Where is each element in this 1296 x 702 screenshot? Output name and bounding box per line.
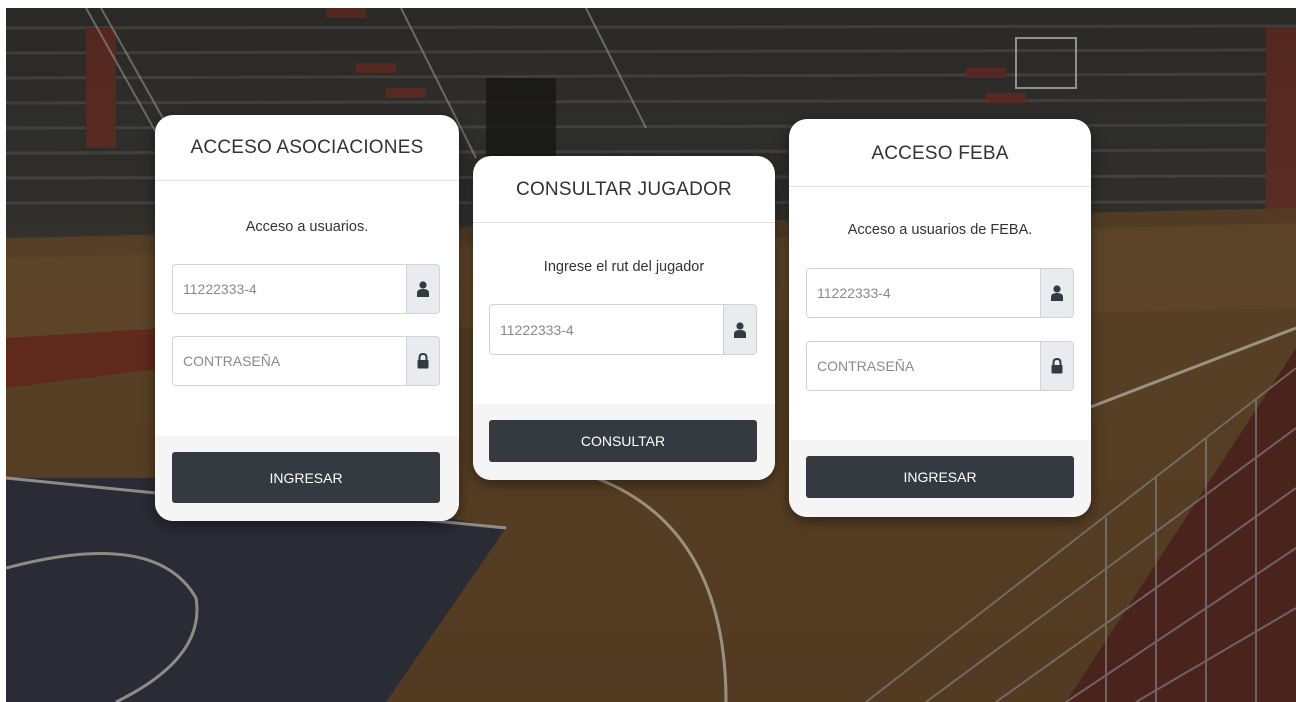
user-icon <box>1040 269 1073 317</box>
card-title: CONSULTAR JUGADOR <box>473 156 775 223</box>
rut-input-group <box>806 268 1074 318</box>
user-icon <box>723 305 756 354</box>
feba-login-card: ACCESO FEBA Acceso a usuarios de FEBA. I… <box>789 119 1091 517</box>
rut-input-group <box>172 264 440 314</box>
password-input-group <box>172 336 440 386</box>
password-input[interactable] <box>173 337 406 385</box>
rut-input[interactable] <box>173 265 406 313</box>
lock-icon <box>1040 342 1073 390</box>
rut-input[interactable] <box>490 305 723 354</box>
password-input[interactable] <box>807 342 1040 390</box>
card-description: Acceso a usuarios. <box>245 219 369 235</box>
card-title: ACCESO FEBA <box>789 119 1091 187</box>
rut-input[interactable] <box>807 269 1040 317</box>
card-description: Acceso a usuarios de FEBA. <box>847 222 1033 238</box>
rut-input-group <box>489 304 757 355</box>
asociaciones-login-card: ACCESO ASOCIACIONES Acceso a usuarios. I… <box>155 115 459 521</box>
card-description: Ingrese el rut del jugador <box>543 259 705 275</box>
consultar-button[interactable]: CONSULTAR <box>489 420 757 462</box>
card-title: ACCESO ASOCIACIONES <box>155 115 459 181</box>
lock-icon <box>406 337 439 385</box>
ingresar-button[interactable]: INGRESAR <box>172 452 440 503</box>
user-icon <box>406 265 439 313</box>
consultar-jugador-card: CONSULTAR JUGADOR Ingrese el rut del jug… <box>473 156 775 480</box>
ingresar-button[interactable]: INGRESAR <box>806 456 1074 498</box>
password-input-group <box>806 341 1074 391</box>
